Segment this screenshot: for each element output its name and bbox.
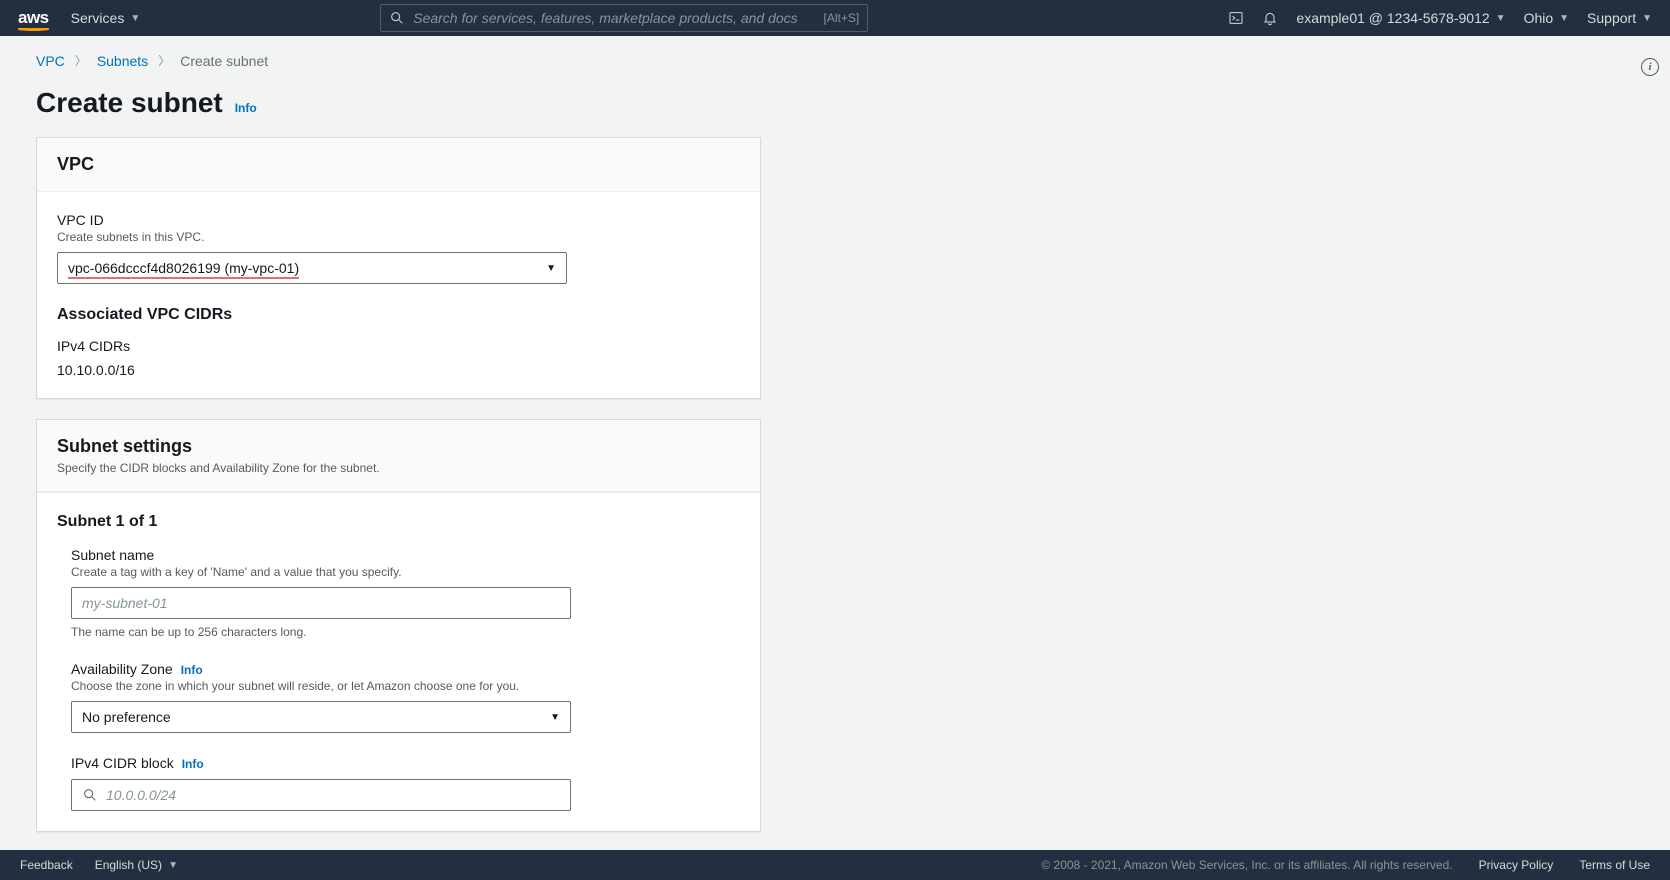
az-select[interactable]: No preference ▼ (71, 701, 571, 733)
caret-down-icon: ▼ (168, 860, 178, 871)
terms-link[interactable]: Terms of Use (1579, 858, 1650, 872)
right-gutter: i (1630, 36, 1670, 850)
cidr-label: IPv4 CIDR block (71, 755, 174, 771)
cidr-input[interactable] (106, 787, 560, 803)
ipv4-cidrs-value: 10.10.0.0/16 (57, 362, 740, 378)
language-menu[interactable]: English (US) ▼ (95, 858, 178, 872)
info-icon: i (1648, 61, 1651, 73)
breadcrumb-subnets[interactable]: Subnets (97, 53, 148, 69)
support-menu[interactable]: Support ▼ (1587, 10, 1652, 26)
caret-down-icon: ▼ (1496, 13, 1506, 24)
notifications-button[interactable] (1262, 10, 1278, 26)
account-menu[interactable]: example01 @ 1234-5678-9012 ▼ (1296, 10, 1505, 26)
breadcrumb-vpc[interactable]: VPC (36, 53, 65, 69)
caret-down-icon: ▼ (550, 712, 560, 723)
page-title: Create subnet (36, 87, 223, 119)
account-label: example01 @ 1234-5678-9012 (1296, 10, 1489, 26)
vpc-panel: VPC VPC ID Create subnets in this VPC. v… (36, 137, 761, 399)
search-input[interactable] (413, 10, 815, 26)
subnet-settings-panel: Subnet settings Specify the CIDR blocks … (36, 419, 761, 832)
top-nav: aws Services ▼ [Alt+S] example01 @ 1234-… (0, 0, 1670, 36)
copyright-text: © 2008 - 2021, Amazon Web Services, Inc.… (1041, 858, 1452, 872)
breadcrumb: VPC 〉 Subnets 〉 Create subnet (36, 52, 1594, 69)
chevron-right-icon: 〉 (75, 52, 87, 69)
subnet-settings-sub: Specify the CIDR blocks and Availability… (57, 461, 740, 475)
assoc-cidrs-heading: Associated VPC CIDRs (57, 306, 740, 324)
region-label: Ohio (1524, 10, 1554, 26)
privacy-link[interactable]: Privacy Policy (1479, 858, 1554, 872)
subnet-name-desc: Create a tag with a key of 'Name' and a … (71, 565, 740, 579)
services-label: Services (71, 10, 125, 26)
global-search[interactable]: [Alt+S] (380, 4, 868, 32)
search-icon (389, 10, 405, 26)
vpc-id-value: vpc-066dcccf4d8026199 (my-vpc-01) (68, 260, 299, 279)
caret-down-icon: ▼ (546, 263, 556, 274)
aws-logo[interactable]: aws (18, 8, 49, 28)
az-label: Availability Zone (71, 661, 173, 677)
help-panel-toggle[interactable]: i (1641, 58, 1659, 76)
vpc-panel-heading: VPC (57, 154, 740, 175)
subnet-counter: Subnet 1 of 1 (57, 513, 740, 531)
search-shortcut-hint: [Alt+S] (824, 11, 860, 25)
footer: Feedback English (US) ▼ © 2008 - 2021, A… (0, 850, 1670, 880)
subnet-name-input[interactable] (82, 595, 560, 611)
subnet-name-hint: The name can be up to 256 characters lon… (71, 625, 740, 639)
region-menu[interactable]: Ohio ▼ (1524, 10, 1569, 26)
az-desc: Choose the zone in which your subnet wil… (71, 679, 740, 693)
search-icon (82, 787, 98, 803)
vpc-id-desc: Create subnets in this VPC. (57, 230, 740, 244)
feedback-link[interactable]: Feedback (20, 858, 73, 872)
terminal-icon (1228, 10, 1244, 26)
az-info-link[interactable]: Info (181, 663, 203, 677)
language-label: English (US) (95, 858, 162, 872)
breadcrumb-current: Create subnet (180, 53, 268, 69)
page-info-link[interactable]: Info (235, 101, 257, 115)
caret-down-icon: ▼ (1559, 13, 1569, 24)
vpc-id-label: VPC ID (57, 212, 740, 228)
caret-down-icon: ▼ (1642, 13, 1652, 24)
services-menu[interactable]: Services ▼ (71, 10, 141, 26)
main-content: VPC 〉 Subnets 〉 Create subnet Create sub… (0, 36, 1630, 850)
chevron-right-icon: 〉 (158, 52, 170, 69)
subnet-settings-heading: Subnet settings (57, 436, 740, 457)
ipv4-cidrs-label: IPv4 CIDRs (57, 338, 740, 354)
vpc-id-select[interactable]: vpc-066dcccf4d8026199 (my-vpc-01) ▼ (57, 252, 567, 284)
bell-icon (1262, 10, 1278, 26)
support-label: Support (1587, 10, 1636, 26)
cidr-input-wrap (71, 779, 571, 811)
subnet-name-label: Subnet name (71, 547, 740, 563)
az-value: No preference (82, 709, 171, 725)
cidr-info-link[interactable]: Info (182, 757, 204, 771)
cloudshell-button[interactable] (1228, 10, 1244, 26)
subnet-name-input-wrap (71, 587, 571, 619)
caret-down-icon: ▼ (130, 13, 140, 24)
